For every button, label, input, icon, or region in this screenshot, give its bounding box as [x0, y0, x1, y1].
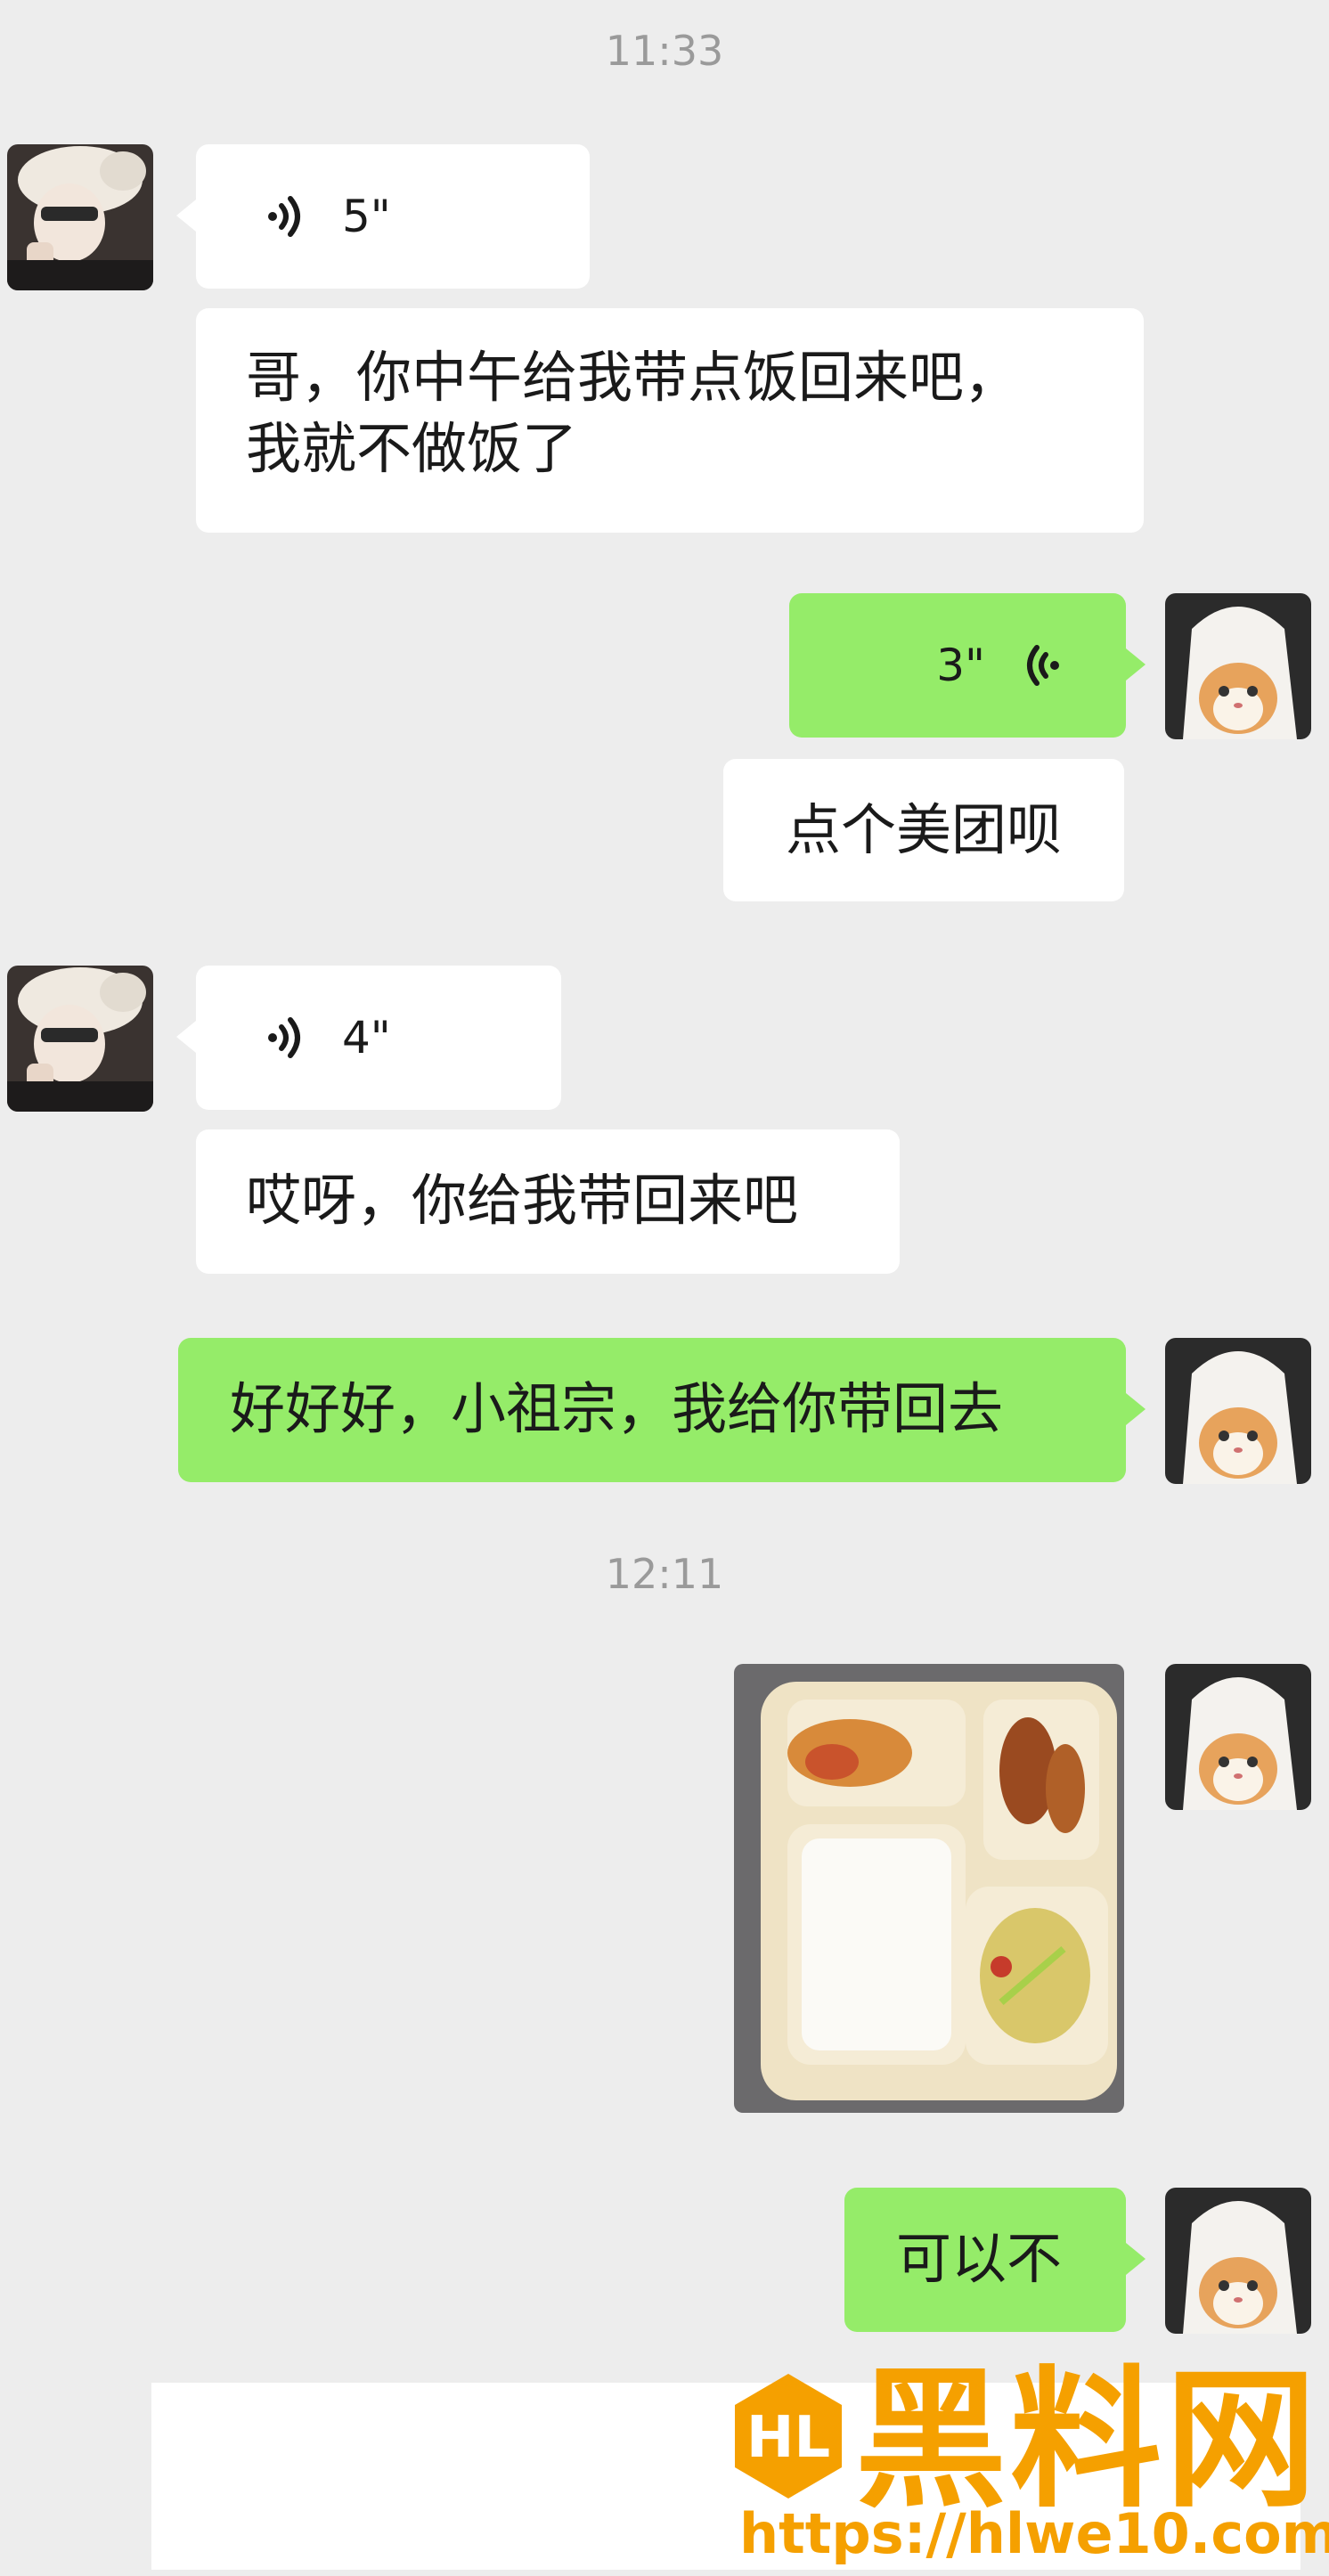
contact-avatar-photo	[7, 144, 153, 290]
cat-avatar-photo	[1165, 2188, 1311, 2334]
voice-message[interactable]: 3"	[789, 593, 1146, 738]
voice-wave-icon	[1027, 645, 1059, 686]
message-text: 点个美团呗	[785, 797, 1062, 862]
food-box-image	[734, 1664, 1124, 2113]
self-avatar[interactable]	[1165, 1664, 1311, 1810]
self-avatar[interactable]	[1165, 2188, 1311, 2334]
voice-duration: 5"	[342, 191, 391, 242]
timestamp: 11:33	[605, 27, 724, 75]
contact-avatar[interactable]	[7, 144, 153, 290]
watermark-url: https://hlwe10.com	[739, 2501, 1329, 2566]
message-text: 哎呀，你给我带回来吧	[246, 1168, 799, 1233]
message-text: 可以不	[896, 2226, 1063, 2291]
voice-wave-icon	[268, 1017, 300, 1058]
message-text: 哥，你中午给我带点饭回来吧， 我就不做饭了	[246, 345, 1020, 481]
voice-message[interactable]: 4"	[176, 966, 561, 1110]
food-box-photo[interactable]	[734, 1664, 1124, 2113]
voice-message[interactable]: 5"	[176, 144, 590, 289]
outgoing-text-message[interactable]: 可以不	[844, 2188, 1146, 2332]
timestamp: 12:11	[605, 1550, 724, 1598]
incoming-text-message[interactable]: 哥，你中午给我带点饭回来吧， 我就不做饭了	[196, 308, 1144, 533]
svg-text:HL: HL	[746, 2405, 830, 2471]
self-avatar[interactable]	[1165, 593, 1311, 739]
cat-avatar-photo	[1165, 1664, 1311, 1810]
voice-duration: 4"	[342, 1012, 391, 1064]
cat-avatar-photo	[1165, 1338, 1311, 1484]
self-avatar[interactable]	[1165, 1338, 1311, 1484]
watermark-logo-icon: HL	[730, 2369, 846, 2503]
outgoing-text-message[interactable]: 好好好，小祖宗，我给你带回去	[178, 1338, 1146, 1482]
outgoing-text-message[interactable]: 点个美团呗	[723, 759, 1124, 901]
cat-avatar-photo	[1165, 593, 1311, 739]
message-text: 好好好，小祖宗，我给你带回去	[230, 1376, 1004, 1441]
voice-duration: 3"	[936, 640, 985, 691]
watermark-title: 黑料网	[855, 2352, 1321, 2529]
contact-avatar[interactable]	[7, 966, 153, 1112]
contact-avatar-photo	[7, 966, 153, 1112]
incoming-text-message[interactable]: 哎呀，你给我带回来吧	[196, 1129, 900, 1274]
voice-wave-icon	[268, 196, 300, 237]
